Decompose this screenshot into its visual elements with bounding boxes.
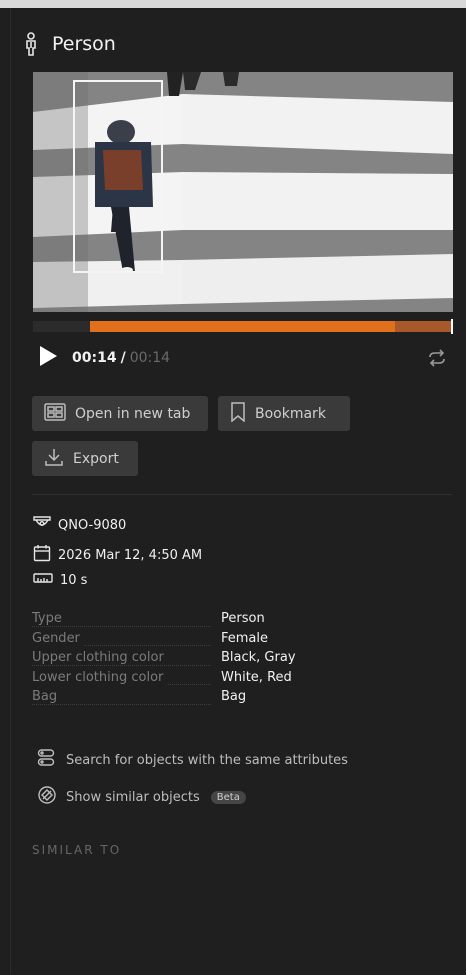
camera-icon: [33, 515, 51, 535]
attribute-value: Person: [221, 611, 265, 626]
attribute-list: Type Person Gender Female Upper clothing…: [32, 611, 332, 709]
beta-badge: Beta: [210, 790, 246, 804]
search-same-attributes-link[interactable]: Search for objects with the same attribu…: [37, 748, 348, 772]
show-similar-objects-link[interactable]: Show similar objects Beta: [37, 785, 246, 809]
duration-info: 10 s: [33, 572, 87, 588]
attribute-key: Upper clothing color: [32, 650, 168, 665]
attribute-row: Bag Bag: [32, 689, 332, 709]
attribute-row: Lower clothing color White, Red: [32, 669, 332, 690]
person-icon: [22, 32, 40, 56]
total-time: 00:14: [129, 350, 171, 366]
attribute-value: White, Red: [221, 669, 292, 685]
attribute-row: Gender Female: [32, 630, 332, 651]
loop-icon[interactable]: [427, 348, 447, 372]
open-new-tab-button[interactable]: Open in new tab: [32, 396, 208, 431]
play-icon[interactable]: [38, 345, 58, 371]
playback-controls: 00:14 / 00:14: [38, 346, 453, 370]
attribute-search-icon: [37, 748, 57, 772]
attribute-key: Lower clothing color: [32, 669, 168, 685]
similar-to-heading: SIMILAR TO: [32, 843, 122, 857]
attribute-key: Bag: [32, 689, 62, 704]
attribute-row: Type Person: [32, 611, 332, 631]
attribute-row: Upper clothing color Black, Gray: [32, 650, 332, 670]
event-datetime: 2026 Mar 12, 4:50 AM: [58, 547, 203, 563]
camera-name: QNO-9080: [58, 517, 127, 533]
current-time: 00:14: [72, 350, 117, 366]
show-similar-objects-label: Show similar objects: [66, 789, 200, 805]
datetime-info: 2026 Mar 12, 4:50 AM: [33, 544, 202, 566]
attribute-value: Black, Gray: [221, 650, 296, 665]
bookmark-button[interactable]: Bookmark: [218, 396, 350, 431]
open-new-tab-label: Open in new tab: [75, 405, 191, 422]
event-duration: 10 s: [60, 572, 88, 588]
section-divider: [32, 494, 452, 495]
layout-icon: [44, 402, 66, 425]
bookmark-label: Bookmark: [255, 405, 326, 422]
time-separator: /: [120, 350, 126, 366]
search-same-attributes-label: Search for objects with the same attribu…: [66, 752, 348, 768]
timeline-event-tail: [395, 321, 451, 332]
top-edge: [0, 0, 466, 8]
timeline-playhead[interactable]: [451, 319, 453, 334]
timeline-event-segment: [90, 321, 395, 332]
detection-bounding-box: [73, 80, 163, 273]
export-label: Export: [73, 450, 119, 467]
attribute-key: Type: [32, 611, 66, 626]
bookmark-icon: [230, 401, 246, 426]
similar-objects-icon: [37, 785, 57, 809]
attribute-value: Female: [221, 630, 269, 646]
ruler-icon: [33, 572, 53, 588]
video-player[interactable]: [33, 72, 453, 312]
download-icon: [44, 447, 64, 471]
page-title: Person: [52, 33, 116, 55]
export-button[interactable]: Export: [32, 441, 138, 476]
timeline-scrubber[interactable]: [33, 319, 453, 334]
calendar-icon: [33, 544, 51, 566]
panel-header: Person: [22, 30, 116, 58]
attribute-key: Gender: [32, 630, 84, 646]
attribute-value: Bag: [221, 689, 247, 704]
camera-info: QNO-9080: [33, 515, 126, 535]
timeline-before: [33, 321, 90, 332]
